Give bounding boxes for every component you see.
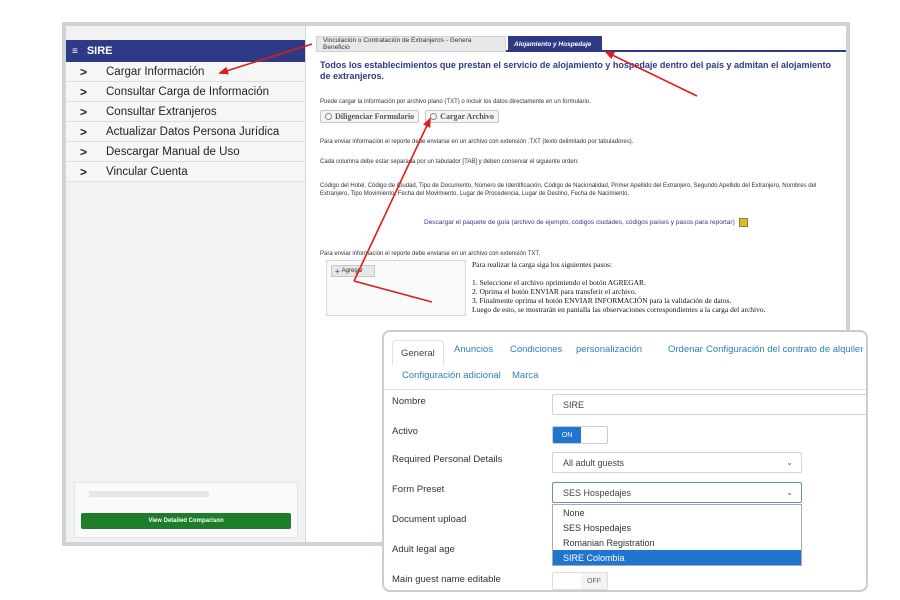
dropdown-option[interactable]: Romanian Registration xyxy=(553,535,801,550)
dropdown-option[interactable]: SES Hospedajes xyxy=(553,520,801,535)
dropdown-option-selected[interactable]: SIRE Colombia xyxy=(553,550,801,565)
tab-condiciones[interactable]: Condiciones xyxy=(510,344,562,355)
sidebar-item-vincular-cuenta[interactable]: > Vincular Cuenta xyxy=(66,162,305,182)
form-option-label: Diligenciar Formulario xyxy=(335,112,415,121)
add-button-label: Agregar xyxy=(341,268,364,274)
toggle-off-state: OFF xyxy=(581,573,607,589)
sidebar: ≡ SIRE > Cargar Información > Consultar … xyxy=(66,26,306,542)
step-item: 2. Oprima el botón ENVIAR para transferi… xyxy=(472,287,637,296)
tab-anuncios[interactable]: Anuncios xyxy=(454,344,493,355)
form-preset-value: SES Hospedajes xyxy=(563,487,632,498)
toggle-on-state: ON xyxy=(553,427,581,443)
package-link[interactable]: Descargar el paquete de guía (archivo de… xyxy=(424,218,748,227)
chevron-right-icon: > xyxy=(80,64,88,79)
active-toggle[interactable]: ON xyxy=(552,426,608,444)
tab-vinculacion[interactable]: Vinculación o Contratación de Extranjero… xyxy=(316,36,506,52)
step-item: 3. Finalmente oprima el botón ENVIAR INF… xyxy=(472,296,732,305)
sidebar-item-consultar-carga[interactable]: > Consultar Carga de Información xyxy=(66,82,305,102)
tab-alojamiento[interactable]: Alojamiento y Hospedaje xyxy=(508,36,602,52)
comparison-widget: View Detailed Comparison xyxy=(74,482,298,538)
content-tabs: Vinculación o Contratación de Extranjero… xyxy=(316,34,846,52)
form-option-button[interactable]: Diligenciar Formulario xyxy=(320,110,420,123)
settings-panel: General Anuncios Condiciones personaliza… xyxy=(382,330,868,592)
sidebar-item-descargar-manual[interactable]: > Descargar Manual de Uso xyxy=(66,142,305,162)
sidebar-item-label: Actualizar Datos Persona Jurídica xyxy=(106,125,280,138)
tab-general[interactable]: General xyxy=(392,340,444,366)
tab-configuracion-adicional[interactable]: Configuración adicional xyxy=(402,370,501,381)
guest-name-editable-label: Main guest name editable xyxy=(392,574,501,585)
txt-instructions: Para enviar información el reporte debe … xyxy=(320,139,634,145)
chevron-right-icon: > xyxy=(80,84,88,99)
page-title: Todos los establecimientos que prestan e… xyxy=(320,60,831,81)
required-details-label: Required Personal Details xyxy=(392,454,503,465)
steps-heading: Para realizar la carga siga los siguient… xyxy=(472,260,613,269)
menu-icon[interactable]: ≡ xyxy=(72,46,78,57)
intro-text: Puede cargar la información por archivo … xyxy=(320,99,591,105)
form-preset-label: Form Preset xyxy=(392,484,445,495)
sidebar-item-actualizar-datos[interactable]: > Actualizar Datos Persona Jurídica xyxy=(66,122,305,142)
chevron-down-icon: ⌄ xyxy=(786,458,793,467)
sidebar-item-label: Vincular Cuenta xyxy=(106,165,188,178)
form-preset-select[interactable]: SES Hospedajes ⌄ xyxy=(552,482,802,503)
tab-contrato-alquiler[interactable]: Configuración del contrato de alquiler xyxy=(706,344,863,355)
form-preset-options: None SES Hospedajes Romanian Registratio… xyxy=(552,504,802,566)
chevron-down-icon: ⌄ xyxy=(786,488,793,497)
step-item: 1. Seleccione el archivo oprimiendo el b… xyxy=(472,278,646,287)
faded-text xyxy=(89,491,209,497)
sidebar-item-consultar-extranjeros[interactable]: > Consultar Extranjeros xyxy=(66,102,305,122)
zip-file-icon[interactable] xyxy=(738,218,748,227)
tab-personalizacion[interactable]: personalización xyxy=(576,344,642,355)
dropdown-option[interactable]: None xyxy=(553,505,801,520)
step-item: Luego de esto, se mostrarán en pantalla … xyxy=(472,305,766,314)
guest-name-editable-toggle[interactable]: OFF xyxy=(552,572,608,590)
upload-option-button[interactable]: Cargar Archivo xyxy=(425,110,499,123)
steps-list: Para realizar la carga siga los siguient… xyxy=(472,260,846,314)
radio-icon xyxy=(325,113,332,120)
chevron-right-icon: > xyxy=(80,144,88,159)
sidebar-item-label: Consultar Carga de Información xyxy=(106,85,269,98)
required-details-select[interactable]: All adult guests ⌄ xyxy=(552,452,802,473)
chevron-right-icon: > xyxy=(80,104,88,119)
radio-icon xyxy=(430,113,438,120)
tab-marca[interactable]: Marca xyxy=(512,370,538,381)
document-upload-label: Document upload xyxy=(392,514,467,525)
load-options: Diligenciar Formulario Cargar Archivo xyxy=(320,110,499,123)
panel-tabs: General Anuncios Condiciones personaliza… xyxy=(384,340,866,366)
required-details-value: All adult guests xyxy=(563,457,625,468)
column-instructions: Cada columna debe estar separada por un … xyxy=(320,159,579,165)
chevron-right-icon: > xyxy=(80,124,88,139)
plus-icon: + xyxy=(335,266,340,276)
sidebar-item-label: Consultar Extranjeros xyxy=(106,105,217,118)
name-input[interactable]: SIRE xyxy=(552,394,866,415)
chevron-right-icon: > xyxy=(80,164,88,179)
name-label: Nombre xyxy=(392,396,426,407)
upload-instructions: Para enviar información el reporte debe … xyxy=(320,251,541,257)
column-order: Código del Hotel, Código de Ciudad, Tipo… xyxy=(320,183,817,197)
view-comparison-button[interactable]: View Detailed Comparison xyxy=(81,513,291,529)
sidebar-header[interactable]: ≡ SIRE xyxy=(66,40,305,62)
sidebar-item-cargar-informacion[interactable]: > Cargar Información xyxy=(66,62,305,82)
panel-tabs-row2: Configuración adicional Marca xyxy=(384,366,866,390)
tab-ordenar[interactable]: Ordenar xyxy=(668,344,703,355)
sidebar-item-label: Descargar Manual de Uso xyxy=(106,145,240,158)
adult-age-label: Adult legal age xyxy=(392,544,455,555)
upload-panel: + Agregar xyxy=(326,260,466,316)
sidebar-title: SIRE xyxy=(86,45,113,57)
sidebar-item-label: Cargar Información xyxy=(106,65,205,78)
package-link-text: Descargar el paquete de guía (archivo de… xyxy=(424,219,735,227)
add-button[interactable]: + Agregar xyxy=(331,265,375,277)
upload-option-label: Cargar Archivo xyxy=(440,112,494,121)
active-label: Activo xyxy=(392,426,418,437)
